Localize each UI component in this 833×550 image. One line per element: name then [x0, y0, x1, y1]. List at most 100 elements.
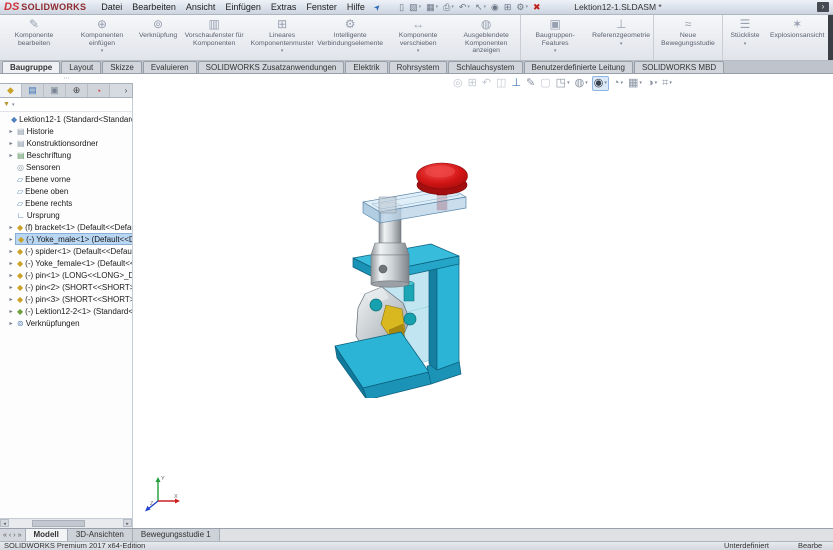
tab-solidworks-mbd[interactable]: SOLIDWORKS MBD [634, 61, 724, 73]
tree-item-ebene-oben[interactable]: ▱Ebene oben [0, 185, 132, 197]
edit-appearance-icon[interactable]: ◔▾ [612, 77, 624, 90]
titlebar-expand-button[interactable]: › [817, 2, 829, 12]
dimxpertmanager-tab[interactable]: ⊕ [66, 84, 88, 97]
reference-geometry-button[interactable]: ⊥Referenzgeometrie▾ [589, 15, 654, 60]
ribbon-dropdown-arrow-icon[interactable]: ▾ [620, 41, 623, 47]
3d-model[interactable] [325, 148, 520, 403]
sketch-visibility-icon[interactable]: ✎ [525, 77, 536, 90]
dropdown-arrow-icon[interactable]: ▾ [483, 4, 486, 10]
assembly-features-button[interactable]: ▣Baugruppen-Features▾ [521, 15, 589, 60]
configurationmanager-tab[interactable]: ▣ [44, 84, 66, 97]
smart-fasteners-button[interactable]: ⚙Intelligente Verbindungselemente [316, 15, 384, 60]
tab-elektrik[interactable]: Elektrik [345, 61, 387, 73]
tree-filter-row[interactable]: ▼ ▾ [0, 98, 133, 112]
save-button[interactable]: ▦▾ [424, 2, 441, 13]
new-document-button[interactable]: ▯ [397, 2, 407, 13]
apply-scene-icon[interactable]: ▦▾ [627, 77, 643, 90]
panel-horizontal-scrollbar[interactable]: ◂ ▸ [0, 518, 133, 528]
menu-ansicht[interactable]: Ansicht [181, 0, 221, 14]
ribbon-dropdown-arrow-icon[interactable]: ▾ [101, 48, 104, 54]
tree-item-verknuepfungen[interactable]: ▸⊚Verknüpfungen [0, 317, 132, 329]
shaft-boss[interactable] [379, 197, 396, 213]
filter-dropdown-icon[interactable]: ▾ [12, 102, 15, 108]
tree-item-spider-1[interactable]: ▸◆(-) spider<1> (Default<<Default>_Disp [0, 245, 132, 257]
select-button[interactable]: ↖▾ [472, 2, 488, 13]
3d-drawing-view-icon[interactable]: ⌗▾ [661, 77, 673, 90]
tree-item-konstruktionsordner[interactable]: ▸▤Konstruktionsordner [0, 137, 132, 149]
dropdown-arrow-icon[interactable]: ▾ [621, 77, 624, 90]
dropdown-arrow-icon[interactable]: ▾ [585, 77, 588, 90]
display-style-icon[interactable]: ◍▾ [574, 77, 589, 90]
menu-fenster[interactable]: Fenster [301, 0, 342, 14]
tree-item-beschriftung[interactable]: ▸▤Beschriftung [0, 149, 132, 161]
ribbon-dropdown-arrow-icon[interactable]: ▾ [417, 48, 420, 54]
expander-icon[interactable]: ▸ [7, 152, 15, 159]
dropdown-arrow-icon[interactable]: ▾ [525, 4, 528, 10]
previous-view-icon[interactable]: ↶ [481, 77, 492, 90]
filter-funnel-icon[interactable]: ▼ [3, 101, 10, 108]
scrollbar-track[interactable] [9, 519, 123, 528]
tree-item-yoke-female-1[interactable]: ▸◆(-) Yoke_female<1> (Default<<Defaul [0, 257, 132, 269]
tree-item-ebene-rechts[interactable]: ▱Ebene rechts [0, 197, 132, 209]
expander-icon[interactable]: ▸ [7, 236, 15, 243]
pin-right-part[interactable] [404, 313, 416, 325]
expander-icon[interactable]: ▸ [7, 140, 15, 147]
doc-tab-modell[interactable]: Modell [26, 529, 68, 541]
expander-icon[interactable]: ▸ [7, 224, 15, 231]
open-button[interactable]: ▧▾ [407, 2, 424, 13]
undo-button[interactable]: ↶▾ [456, 2, 472, 13]
dropdown-arrow-icon[interactable]: ▾ [604, 77, 607, 90]
expander-icon[interactable]: ▸ [7, 296, 15, 303]
mate-button[interactable]: ⊚Verknüpfung [136, 15, 180, 60]
pin-menu-icon[interactable]: ➤ [372, 1, 383, 12]
view-settings-icon[interactable]: ◑▾ [646, 77, 658, 90]
knob-part[interactable] [417, 163, 468, 195]
tree-item-bracket-1[interactable]: ▸◆(f) bracket<1> (Default<<Default>_Di [0, 221, 132, 233]
dynamic-annotation-views-icon[interactable]: ⊥ [510, 77, 522, 90]
tree-item-ebene-vorne[interactable]: ▱Ebene vorne [0, 173, 132, 185]
menu-datei[interactable]: Datei [96, 0, 127, 14]
panel-splitter-handle[interactable]: ⋯ [0, 75, 133, 83]
scroll-left-button[interactable]: ◂ [0, 519, 9, 527]
rebuild-button[interactable]: ◉ [489, 2, 502, 13]
tab-schlauchsystem[interactable]: Schlauchsystem [448, 61, 522, 73]
dropdown-arrow-icon[interactable]: ▾ [655, 77, 658, 90]
tree-item-lektion12-2-1[interactable]: ▸◆(-) Lektion12-2<1> (Standard<Standa [0, 305, 132, 317]
section-view-icon[interactable]: ◫ [495, 77, 507, 90]
tree-item-ursprung[interactable]: ∟Ursprung [0, 209, 132, 221]
view-orientation-icon[interactable]: ◳▾ [555, 77, 571, 90]
displaymanager-tab[interactable]: ◔ [88, 84, 110, 97]
ribbon-dropdown-arrow-icon[interactable]: ▾ [281, 48, 284, 54]
tree-item-yoke-male-1[interactable]: ▸◆(-) Yoke_male<1> (Default<<Default> [0, 233, 132, 245]
expander-icon[interactable]: ▸ [7, 320, 15, 327]
menu-einf-gen[interactable]: Einfügen [220, 0, 266, 14]
move-component-button[interactable]: ↔Komponente verschieben▾ [384, 15, 452, 60]
dropdown-arrow-icon[interactable]: ▾ [419, 4, 422, 10]
exploded-view-button[interactable]: ✶Explosionsansicht [767, 15, 827, 60]
nav-last-button[interactable]: » [18, 532, 22, 539]
tree-item-root[interactable]: ◆Lektion12-1 (Standard<Standard_Anzeige [0, 113, 132, 125]
insert-components-button[interactable]: ⊕Komponenten einfügen▾ [68, 15, 136, 60]
ribbon-dropdown-arrow-icon[interactable]: ▾ [554, 48, 557, 54]
tree-item-historie[interactable]: ▸▤Historie [0, 125, 132, 137]
doc-tab-bewegungsstudie-1[interactable]: Bewegungsstudie 1 [133, 529, 220, 541]
dropdown-arrow-icon[interactable]: ▾ [669, 77, 672, 90]
tree-item-sensoren[interactable]: ◎Sensoren [0, 161, 132, 173]
new-motion-study-button[interactable]: ≈Neue Bewegungsstudie [654, 15, 723, 60]
tab-skizze[interactable]: Skizze [102, 61, 142, 73]
dropdown-arrow-icon[interactable]: ▾ [467, 4, 470, 10]
close-button[interactable]: ✖ [531, 2, 544, 13]
linear-component-pattern-button[interactable]: ⊞Lineares Komponentenmuster▾ [248, 15, 316, 60]
tree-item-pin-1[interactable]: ▸◆(-) pin<1> (LONG<<LONG>_Display S [0, 269, 132, 281]
tree-item-pin-2[interactable]: ▸◆(-) pin<2> (SHORT<<SHORT>_Displa [0, 281, 132, 293]
tab-evaluieren[interactable]: Evaluieren [143, 61, 197, 73]
expander-icon[interactable]: ▸ [7, 128, 15, 135]
zoom-to-area-icon[interactable]: ⊞ [467, 77, 478, 90]
nav-first-button[interactable]: « [3, 532, 7, 539]
tab-benutzerdefinierte-leitung[interactable]: Benutzerdefinierte Leitung [524, 61, 633, 73]
tab-rohrsystem[interactable]: Rohrsystem [389, 61, 448, 73]
dropdown-arrow-icon[interactable]: ▾ [567, 77, 570, 90]
expander-icon[interactable]: ▸ [7, 248, 15, 255]
featuremanager-tree-tab[interactable]: ◆ [0, 84, 22, 97]
nav-prev-button[interactable]: ‹ [9, 532, 11, 539]
